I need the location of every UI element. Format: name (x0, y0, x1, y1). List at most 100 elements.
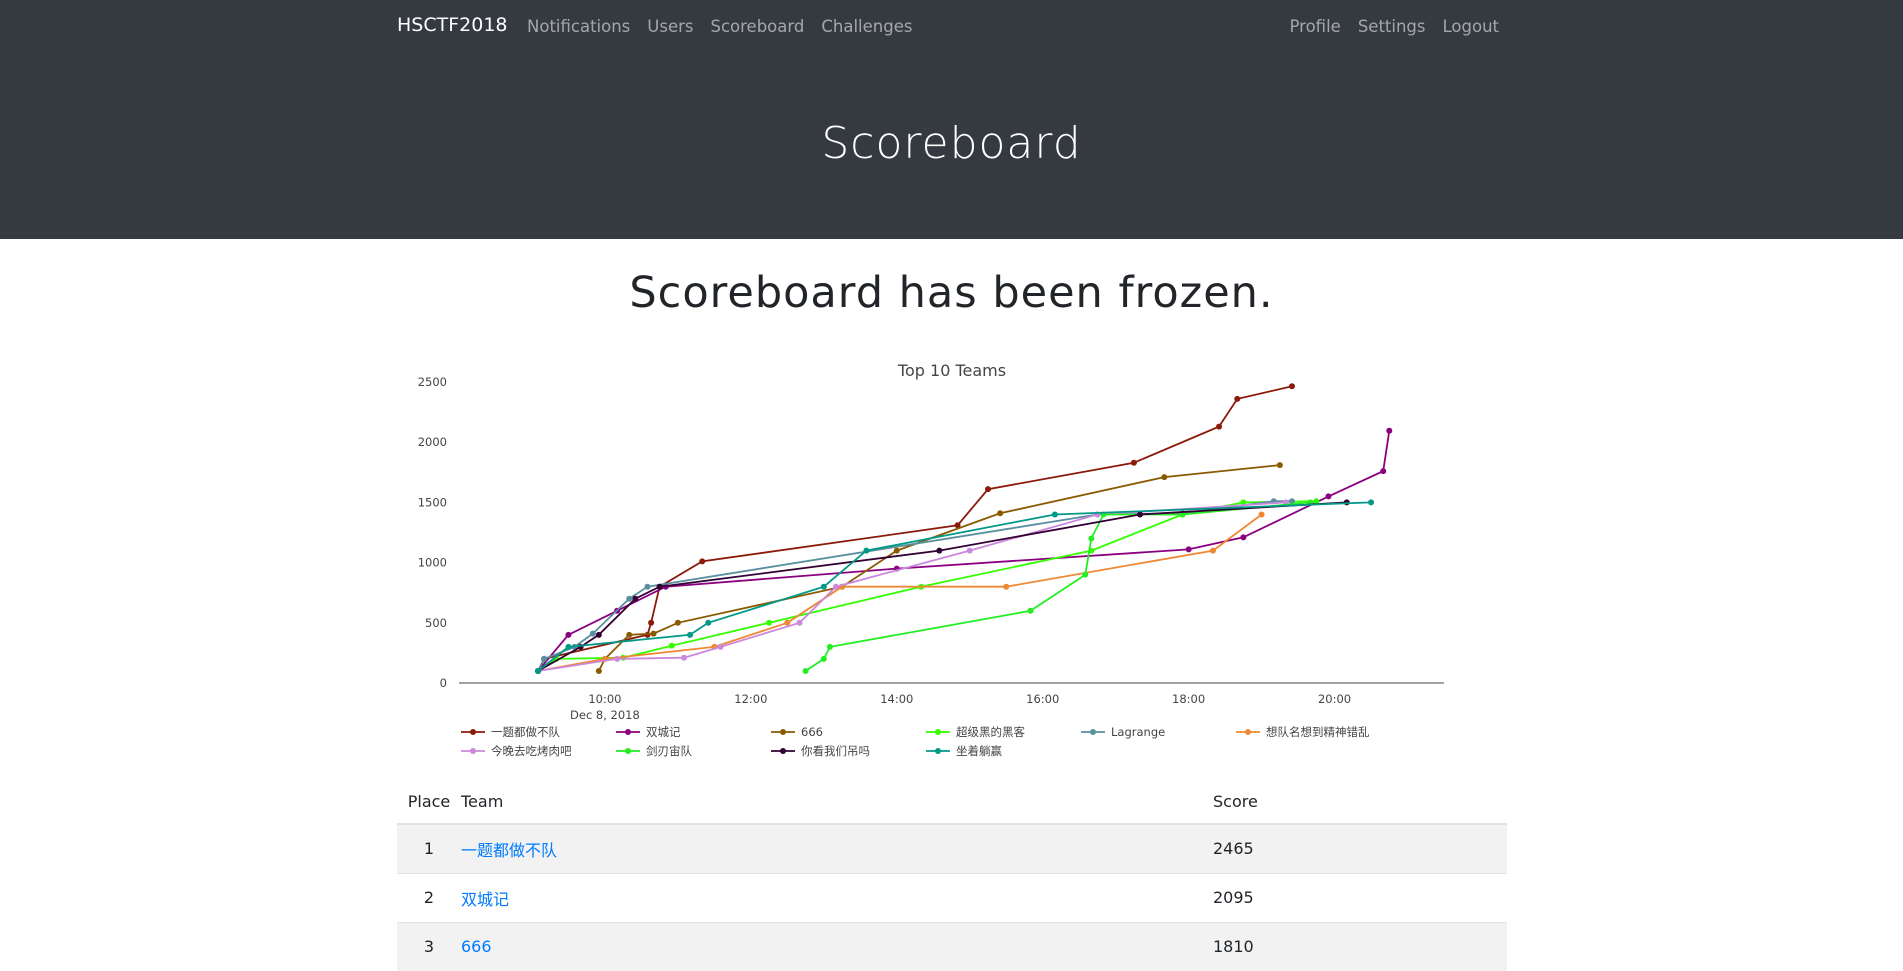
series-group (535, 383, 1295, 674)
row-place: 1 (397, 823, 461, 873)
frozen-message: Scoreboard has been frozen. (629, 268, 1274, 318)
y-tick-label: 1000 (418, 556, 447, 570)
data-point (1240, 534, 1247, 541)
legend-swatch-dot (625, 729, 631, 735)
header-team: Team (461, 780, 1213, 825)
data-point (687, 631, 694, 638)
data-point (535, 667, 542, 674)
data-point (1380, 468, 1387, 475)
data-point (680, 654, 687, 661)
nav-logout-link[interactable]: Logout (1443, 17, 1500, 36)
legend-item: 666 (771, 725, 823, 739)
legend-item: 一题都做不队 (461, 725, 560, 739)
y-tick-label: 2000 (418, 435, 447, 449)
data-point (1209, 547, 1216, 554)
score-chart: Top 10 Teams 0 500 1000 1500 2000 2500 10:00 Dec… (418, 361, 1444, 758)
nav-scoreboard-link[interactable]: Scoreboard (711, 17, 805, 36)
legend-label: 一题都做不队 (491, 725, 560, 739)
data-point (893, 547, 900, 554)
x-tick-label: 10:00 (588, 692, 621, 706)
data-point (936, 547, 943, 554)
legend-item: 双城记 (616, 725, 681, 739)
data-point (826, 643, 833, 650)
chart-title: Top 10 Teams (897, 361, 1006, 380)
nav-challenges-link[interactable]: Challenges (821, 17, 912, 36)
data-point (1368, 499, 1375, 506)
y-tick-label: 1500 (418, 495, 447, 509)
data-point (565, 631, 572, 638)
x-tick-label: 14:00 (880, 692, 913, 706)
data-point (1130, 459, 1137, 466)
legend-swatch-dot (625, 748, 631, 754)
data-point (832, 583, 839, 590)
data-point (1276, 462, 1283, 469)
y-tick-label: 2500 (418, 375, 447, 389)
data-point (966, 547, 973, 554)
nav-settings-link[interactable]: Settings (1358, 17, 1426, 36)
nav-profile-link[interactable]: Profile (1290, 17, 1341, 36)
y-tick-label: 500 (425, 616, 447, 630)
nav-users-link[interactable]: Users (647, 17, 693, 36)
data-point (632, 595, 639, 602)
legend-label: 666 (801, 725, 823, 739)
brand-link[interactable]: HSCTF2018 (397, 14, 508, 36)
table-header-row: Place Team Score (397, 780, 1507, 825)
data-point (796, 619, 803, 626)
table-row: 3 666 1810 (397, 921, 1507, 971)
x-tick-label: 18:00 (1172, 692, 1205, 706)
x-tick-label: 16:00 (1026, 692, 1059, 706)
data-point (1003, 583, 1010, 590)
data-point (595, 667, 602, 674)
row-team: 666 (461, 921, 1213, 971)
team-link[interactable]: 一题都做不队 (461, 841, 557, 860)
legend-swatch-dot (935, 748, 941, 754)
data-point (565, 643, 572, 650)
data-point (1051, 511, 1058, 518)
row-score: 1810 (1213, 921, 1507, 971)
row-team: 双城记 (461, 872, 1213, 922)
data-point (1288, 383, 1295, 390)
legend-item: 想队名想到精神错乱 (1236, 725, 1370, 739)
data-point (863, 547, 870, 554)
page-header: HSCTF2018 Notifications Users Scoreboard… (0, 0, 1903, 239)
legend-label: 剑刃宙队 (646, 744, 692, 758)
data-point (626, 631, 633, 638)
data-point (656, 583, 663, 590)
data-point (541, 655, 548, 662)
legend-item: 超级黑的黑客 (926, 725, 1025, 739)
data-point (1161, 474, 1168, 481)
team-link[interactable]: 双城记 (461, 890, 509, 909)
data-point (784, 619, 791, 626)
data-point (595, 631, 602, 638)
y-tick-label: 0 (440, 676, 447, 690)
data-point (717, 643, 724, 650)
data-point (1088, 535, 1095, 542)
data-point (1185, 546, 1192, 553)
nav-left-links: Notifications Users Scoreboard Challenge… (527, 17, 912, 36)
series-line (597, 464, 1280, 672)
team-link[interactable]: 666 (461, 937, 492, 956)
row-score: 2465 (1213, 823, 1507, 873)
table-row: 1 一题都做不队 2465 (397, 823, 1507, 873)
legend-label: 坐着躺赢 (956, 744, 1002, 758)
legend-label: 双城记 (646, 725, 681, 739)
legend-label: 你看我们吊吗 (801, 744, 870, 758)
legend-label: 想队名想到精神错乱 (1266, 725, 1370, 739)
data-point (1234, 395, 1241, 402)
data-point (997, 510, 1004, 517)
x-tick-label: 12:00 (734, 692, 767, 706)
legend-label: 今晚去吃烤肉吧 (491, 744, 572, 758)
data-point (984, 486, 991, 493)
data-point (650, 630, 657, 637)
data-point (699, 558, 706, 565)
legend-swatch-dot (1245, 729, 1251, 735)
x-date-label: Dec 8, 2018 (570, 708, 640, 722)
nav-notifications-link[interactable]: Notifications (527, 17, 630, 36)
legend-label: Lagrange (1111, 725, 1165, 739)
data-point (668, 642, 675, 649)
data-point (1386, 427, 1393, 434)
legend-label: 超级黑的黑客 (956, 725, 1025, 739)
legend-swatch-dot (470, 729, 476, 735)
legend-swatch-dot (780, 748, 786, 754)
row-team: 一题都做不队 (461, 823, 1213, 873)
